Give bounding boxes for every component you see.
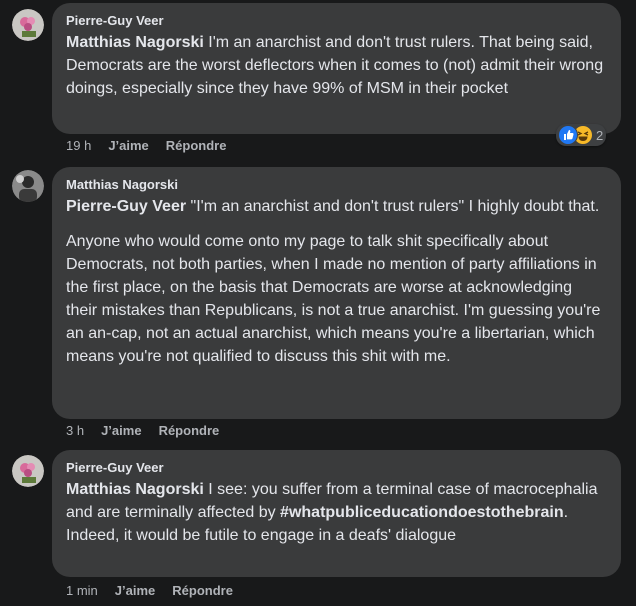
- comment-author[interactable]: Pierre-Guy Veer: [66, 12, 607, 29]
- avatar[interactable]: [12, 170, 44, 202]
- comment-actions: 1 min J’aime Répondre: [66, 583, 250, 599]
- reaction-summary[interactable]: 2: [556, 124, 607, 146]
- mention-link[interactable]: Matthias Nagorski: [66, 481, 204, 498]
- comment-author[interactable]: Matthias Nagorski: [66, 176, 607, 193]
- reply-button[interactable]: Répondre: [159, 423, 220, 439]
- avatar[interactable]: [12, 9, 44, 41]
- comment-paragraph: Anyone who would come onto my page to ta…: [66, 233, 601, 365]
- comment-timestamp[interactable]: 1 min: [66, 583, 98, 599]
- comment-text: Matthias Nagorski I'm an anarchist and d…: [66, 34, 604, 97]
- comment-paragraph: Pierre-Guy Veer "I'm an anarchist and do…: [66, 198, 600, 215]
- like-button[interactable]: J’aime: [108, 138, 148, 154]
- reply-button[interactable]: Répondre: [172, 583, 233, 599]
- comment-actions: 3 h J’aime Répondre: [66, 423, 236, 439]
- comment-bubble: Pierre-Guy Veer Matthias Nagorski I'm an…: [52, 3, 621, 134]
- avatar[interactable]: [12, 455, 44, 487]
- comment-timestamp[interactable]: 3 h: [66, 423, 84, 439]
- like-button[interactable]: J’aime: [115, 583, 155, 599]
- comment-bubble: Pierre-Guy Veer Matthias Nagorski I see:…: [52, 450, 621, 577]
- comment-timestamp[interactable]: 19 h: [66, 138, 91, 154]
- comment-text: Pierre-Guy Veer "I'm an anarchist and do…: [66, 195, 607, 368]
- comment-actions: 19 h J’aime Répondre: [66, 138, 243, 154]
- like-button[interactable]: J’aime: [101, 423, 141, 439]
- comment-author[interactable]: Pierre-Guy Veer: [66, 459, 607, 476]
- reply-button[interactable]: Répondre: [166, 138, 227, 154]
- comment-text: Matthias Nagorski I see: you suffer from…: [66, 481, 598, 544]
- mention-link[interactable]: Pierre-Guy Veer: [66, 198, 186, 215]
- comment-bubble: Matthias Nagorski Pierre-Guy Veer "I'm a…: [52, 167, 621, 419]
- hashtag-link[interactable]: #whatpubliceducationdoestothebrain: [280, 504, 564, 521]
- like-icon: [558, 125, 578, 145]
- reaction-count: 2: [596, 127, 604, 143]
- mention-link[interactable]: Matthias Nagorski: [66, 34, 204, 51]
